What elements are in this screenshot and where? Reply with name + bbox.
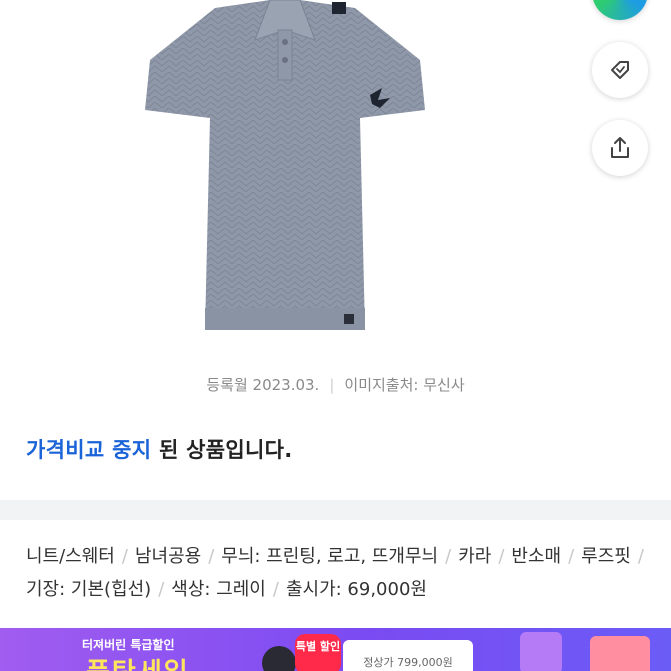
banner-title: 풍탄세일 bbox=[86, 652, 190, 671]
product-image[interactable] bbox=[120, 0, 450, 340]
registered-date: 등록월 2023.03. bbox=[206, 376, 320, 394]
banner-price: 정상가 799,000원 bbox=[343, 640, 473, 671]
spec-item: 색상: 그레이 bbox=[171, 579, 266, 600]
spec-item: 반소매 bbox=[511, 546, 562, 567]
spec-item: 기장: 기본(힙선) bbox=[26, 579, 152, 600]
section-divider bbox=[0, 500, 671, 520]
banner-badge: 특별 할인 bbox=[295, 634, 341, 671]
spec-item: 남녀공용 bbox=[134, 546, 202, 567]
gift-box-image bbox=[520, 632, 562, 671]
product-image-area bbox=[0, 0, 671, 360]
like-button[interactable] bbox=[592, 42, 648, 98]
image-source: 이미지출처: 무신사 bbox=[344, 376, 465, 394]
spec-item: 무늬: 프린팅, 로고, 뜨개무늬 bbox=[221, 546, 439, 567]
banner-product-image bbox=[262, 646, 296, 671]
promo-banner[interactable]: 터져버린 특급할인 풍탄세일 특별 할인 정상가 799,000원 bbox=[0, 628, 671, 671]
spec-item: 출시가: 69,000원 bbox=[285, 579, 427, 600]
status-rest-text: 된 상품입니다. bbox=[151, 438, 293, 462]
heart-tag-icon bbox=[611, 61, 629, 79]
price-compare-status: 가격비교 중지 된 상품입니다. bbox=[26, 434, 293, 464]
product-meta: 등록월 2023.03. | 이미지출처: 무신사 bbox=[206, 376, 465, 394]
spec-item: 루즈핏 bbox=[581, 546, 631, 567]
scroll-top-button[interactable] bbox=[592, 0, 648, 20]
product-spec-list: 니트/스웨터 / 남녀공용 / 무늬: 프린팅, 로고, 뜨개무늬 / 카라 / 반소매 / 루즈핏… bbox=[26, 546, 644, 600]
spec-item: 니트/스웨터 bbox=[26, 546, 115, 567]
banner-subtitle: 터져버린 특급할인 bbox=[82, 638, 175, 652]
status-accent-text: 가격비교 중지 bbox=[26, 438, 152, 462]
share-icon bbox=[611, 137, 629, 158]
gift-box-image bbox=[590, 636, 650, 671]
share-button[interactable] bbox=[592, 120, 648, 176]
spec-item: 카라 bbox=[458, 546, 492, 567]
